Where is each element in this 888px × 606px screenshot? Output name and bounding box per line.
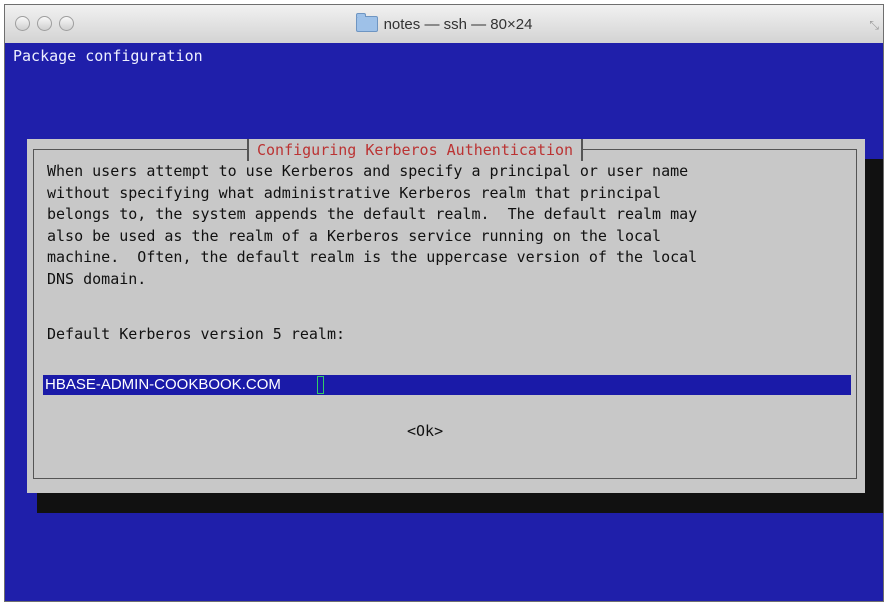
- terminal-screen[interactable]: Package configuration Configuring Kerber…: [5, 43, 883, 601]
- terminal-window: notes — ssh — 80×24 ⤡ Package configurat…: [4, 4, 884, 602]
- dialog-description: When users attempt to use Kerberos and s…: [47, 162, 698, 288]
- text-cursor: [317, 376, 324, 394]
- package-configuration-header: Package configuration: [13, 47, 203, 65]
- realm-input-value: HBASE-ADMIN-COOKBOOK.COM: [45, 376, 281, 393]
- window-title: notes — ssh — 80×24: [383, 15, 533, 33]
- title-bar[interactable]: notes — ssh — 80×24 ⤡: [5, 5, 883, 44]
- realm-input[interactable]: HBASE-ADMIN-COOKBOOK.COM: [43, 375, 851, 395]
- dialog-title: Configuring Kerberos Authentication: [247, 139, 584, 161]
- resize-icon[interactable]: ⤡: [869, 18, 879, 33]
- window-title-area: notes — ssh — 80×24: [5, 5, 883, 43]
- ok-button[interactable]: <Ok>: [407, 422, 443, 440]
- realm-prompt-label: Default Kerberos version 5 realm:: [47, 325, 346, 343]
- folder-icon: [355, 13, 378, 32]
- kerberos-config-dialog: Configuring Kerberos Authentication When…: [27, 139, 865, 493]
